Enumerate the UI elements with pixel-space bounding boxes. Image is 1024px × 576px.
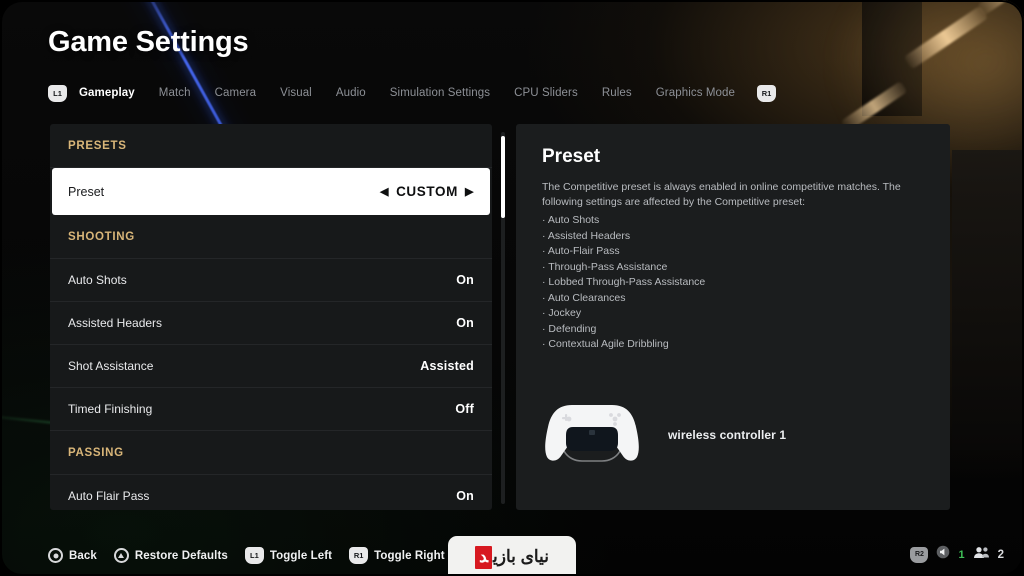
- controller-info: wireless controller 1: [542, 399, 786, 470]
- setting-label: Assisted Headers: [68, 316, 163, 330]
- tab-match[interactable]: Match: [147, 87, 203, 99]
- setting-label: Auto Shots: [68, 273, 127, 287]
- affected-setting-item: Auto Shots: [542, 213, 924, 229]
- tab-rules[interactable]: Rules: [590, 87, 644, 99]
- detail-description: The Competitive preset is always enabled…: [542, 181, 901, 208]
- setting-value: On: [456, 316, 474, 330]
- r1-bumper-icon[interactable]: R1: [757, 84, 777, 102]
- bottom-action-bar: Back Restore Defaults L1 Toggle Left R1 …: [0, 530, 1024, 576]
- speaker-icon[interactable]: [936, 545, 950, 564]
- settings-scrollbar-track[interactable]: [501, 132, 505, 504]
- setting-label: Preset: [68, 184, 105, 199]
- hint-label: Restore Defaults: [134, 549, 228, 562]
- affected-setting-item: Auto Clearances: [542, 291, 924, 307]
- setting-value: On: [456, 489, 474, 503]
- setting-value: On: [456, 273, 474, 287]
- setting-row-preset[interactable]: Preset ◀ CUSTOM ▶: [52, 168, 490, 215]
- hint-label: Back: [69, 549, 97, 562]
- setting-label: Shot Assistance: [68, 359, 154, 373]
- group-header-passing: PASSING: [50, 431, 492, 475]
- affected-setting-item: Auto-Flair Pass: [542, 244, 924, 260]
- setting-value-text: CUSTOM: [396, 184, 458, 199]
- game-settings-screen: Game Settings L1 Gameplay Match Camera V…: [0, 0, 1024, 576]
- setting-row-auto-shots[interactable]: Auto Shots On: [50, 259, 492, 302]
- affected-setting-item: Assisted Headers: [542, 229, 924, 245]
- setting-value: Off: [455, 402, 474, 416]
- setting-label: Auto Flair Pass: [68, 489, 150, 503]
- setting-row-shot-assistance[interactable]: Shot Assistance Assisted: [50, 345, 492, 388]
- hint-label: Toggle Left: [269, 549, 333, 562]
- affected-settings-list: Auto Shots Assisted Headers Auto-Flair P…: [542, 213, 924, 353]
- chevron-left-icon[interactable]: ◀: [380, 185, 389, 198]
- l1-bumper-icon: L1: [244, 547, 264, 564]
- chevron-right-icon[interactable]: ▶: [465, 185, 474, 198]
- watermark-text: نیای بازید: [475, 545, 550, 569]
- hint-label: Toggle Right: [374, 549, 445, 562]
- setting-detail-panel: Preset The Competitive preset is always …: [516, 124, 950, 510]
- settings-scrollbar-thumb[interactable]: [501, 136, 505, 218]
- button-hints: Back Restore Defaults L1 Toggle Left R1 …: [48, 547, 445, 564]
- dualsense-controller-icon: [542, 399, 642, 470]
- affected-setting-item: Contextual Agile Dribbling: [542, 337, 924, 353]
- r2-bumper-icon[interactable]: R2: [910, 546, 929, 563]
- player-count: 2: [997, 548, 1004, 561]
- watermark-text-plain: نیای بازی: [493, 546, 550, 566]
- hint-back[interactable]: Back: [48, 548, 97, 563]
- setting-row-timed-finishing[interactable]: Timed Finishing Off: [50, 388, 492, 431]
- triangle-button-icon: [113, 548, 129, 563]
- setting-value: Assisted: [420, 359, 474, 373]
- affected-setting-item: Jockey: [542, 306, 924, 322]
- group-header-shooting: SHOOTING: [50, 215, 492, 259]
- page-title: Game Settings: [48, 26, 249, 58]
- setting-row-assisted-headers[interactable]: Assisted Headers On: [50, 302, 492, 345]
- tab-camera[interactable]: Camera: [203, 87, 269, 99]
- player-indicator: 1: [958, 548, 965, 561]
- background-slab: [952, 150, 1024, 450]
- affected-setting-item: Defending: [542, 322, 924, 338]
- setting-value: ◀ CUSTOM ▶: [380, 184, 474, 199]
- setting-row-auto-flair-pass[interactable]: Auto Flair Pass On: [50, 475, 492, 510]
- setting-label: Timed Finishing: [68, 402, 153, 416]
- hint-toggle-right[interactable]: R1 Toggle Right: [349, 547, 445, 564]
- watermark-text-highlight: د: [475, 545, 492, 569]
- tab-bar: L1 Gameplay Match Camera Visual Audio Si…: [48, 82, 777, 104]
- group-header-presets: PRESETS: [50, 124, 492, 168]
- tab-visual[interactable]: Visual: [268, 87, 324, 99]
- l1-bumper-icon[interactable]: L1: [48, 84, 67, 102]
- hint-toggle-left[interactable]: L1 Toggle Left: [244, 547, 333, 564]
- hint-restore-defaults[interactable]: Restore Defaults: [113, 548, 228, 563]
- detail-title: Preset: [542, 146, 601, 167]
- tab-simulation-settings[interactable]: Simulation Settings: [378, 87, 502, 99]
- affected-setting-item: Lobbed Through-Pass Assistance: [542, 275, 924, 291]
- site-watermark: نیای بازید: [448, 536, 576, 576]
- players-icon: [973, 546, 990, 564]
- tab-audio[interactable]: Audio: [324, 87, 378, 99]
- affected-setting-item: Through-Pass Assistance: [542, 260, 924, 276]
- tab-gameplay[interactable]: Gameplay: [67, 87, 147, 99]
- status-tray: R2 1 2: [910, 545, 1004, 564]
- tab-cpu-sliders[interactable]: CPU Sliders: [502, 87, 590, 99]
- controller-label: wireless controller 1: [668, 427, 787, 442]
- settings-list-panel: PRESETS Preset ◀ CUSTOM ▶ SHOOTING Auto …: [50, 124, 492, 510]
- circle-button-icon: [48, 548, 63, 563]
- r1-bumper-icon: R1: [349, 547, 369, 564]
- tab-graphics-mode[interactable]: Graphics Mode: [644, 87, 747, 99]
